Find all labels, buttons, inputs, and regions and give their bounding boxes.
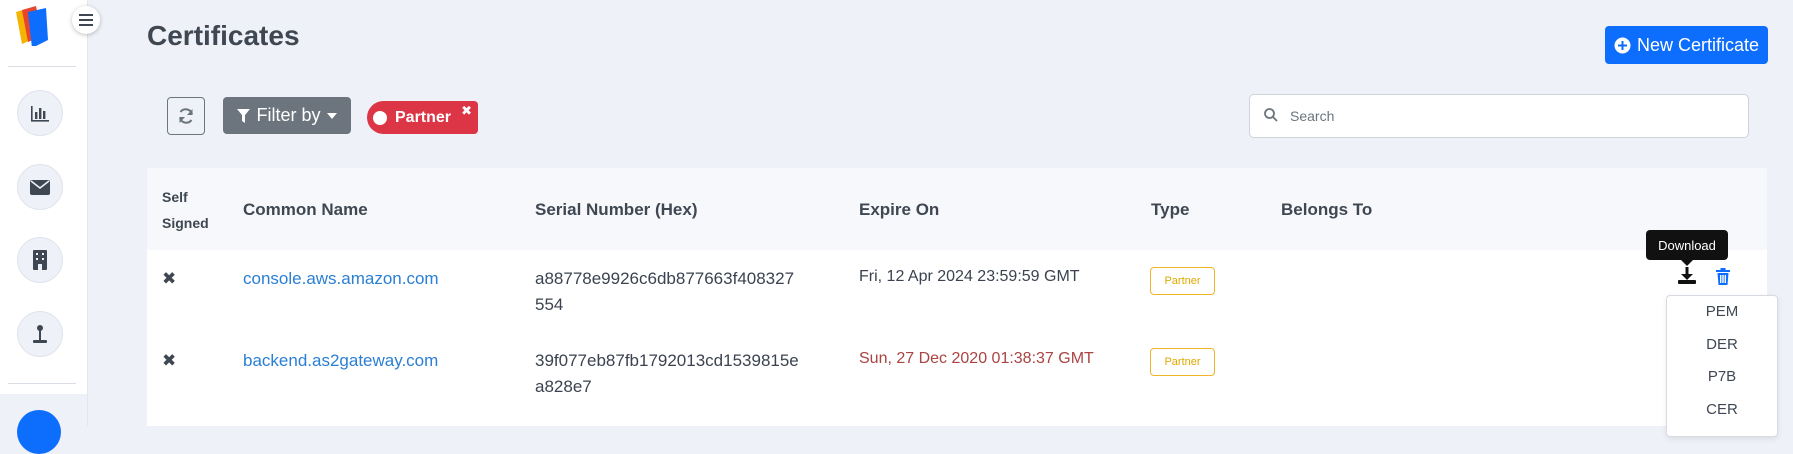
delete-button[interactable]: [1716, 268, 1730, 290]
sidebar-divider: [8, 383, 76, 384]
expire-date: Sun, 27 Dec 2020 01:38:37 GMT: [859, 350, 1094, 367]
sidebar-item-stations[interactable]: [17, 311, 63, 357]
self-signed-cross-icon: ✖: [162, 351, 177, 370]
filter-by-label: Filter by: [256, 105, 321, 125]
filter-icon: [237, 108, 251, 123]
download-button[interactable]: [1677, 267, 1697, 290]
serial-number: 39f077eb87fb1792013cd1539815e a828e7: [535, 348, 799, 400]
serial-line-2: a828e7: [535, 377, 592, 396]
sidebar: [0, 0, 88, 454]
header-serial[interactable]: Serial Number (Hex): [535, 200, 698, 220]
plus-circle-icon: [1614, 37, 1631, 53]
header-belongs-to[interactable]: Belongs To: [1281, 200, 1372, 220]
header-self-signed-line2: Signed: [162, 215, 209, 231]
app-logo[interactable]: [12, 6, 52, 48]
common-name-link[interactable]: backend.as2gateway.com: [243, 348, 438, 374]
menu-item-der[interactable]: DER: [1667, 336, 1777, 353]
menu-item-p7b[interactable]: P7B: [1667, 368, 1777, 385]
type-badge: Partner: [1150, 348, 1215, 376]
serial-line-1: a88778e9926c6db877663f408327: [535, 269, 795, 288]
search-box: [1249, 94, 1749, 138]
self-signed-cross-icon: ✖: [162, 269, 177, 288]
search-input[interactable]: [1288, 104, 1732, 128]
active-filter-label: Partner: [395, 109, 452, 126]
download-tooltip: Download: [1646, 230, 1728, 266]
sidebar-item-dashboard[interactable]: [17, 90, 63, 136]
refresh-button[interactable]: [167, 97, 205, 135]
refresh-icon: [179, 108, 193, 124]
header-common-name[interactable]: Common Name: [243, 200, 368, 220]
header-self-signed-line1: Self: [162, 189, 188, 205]
serial-line-2: 554: [535, 295, 564, 314]
trash-icon: [1716, 268, 1730, 285]
chart-bar-icon: [31, 106, 49, 122]
header-expire[interactable]: Expire On: [859, 200, 939, 220]
type-badge: Partner: [1150, 267, 1215, 295]
common-name-link[interactable]: console.aws.amazon.com: [243, 266, 439, 292]
envelope-icon: [30, 179, 50, 195]
page-title: Certificates: [147, 20, 300, 51]
menu-toggle-button[interactable]: [72, 6, 100, 34]
serial-line-1: 39f077eb87fb1792013cd1539815e: [535, 351, 799, 370]
download-icon: [1678, 267, 1696, 284]
download-format-menu: PEM DER P7B CER: [1666, 295, 1778, 437]
hamburger-icon: [79, 14, 93, 26]
table-header: Self Signed Common Name Serial Number (H…: [147, 168, 1767, 250]
anchor-icon: [33, 325, 47, 343]
menu-item-pem[interactable]: PEM: [1667, 303, 1777, 320]
sidebar-item-organizations[interactable]: [17, 237, 63, 283]
certificate-icon: [17, 410, 61, 454]
sidebar-item-certificates[interactable]: [0, 394, 87, 454]
new-certificate-label: New Certificate: [1636, 34, 1760, 55]
active-filter-chip: Partner ✖: [367, 101, 478, 134]
sidebar-item-messages[interactable]: [17, 164, 63, 210]
header-type[interactable]: Type: [1151, 200, 1189, 220]
sidebar-divider: [8, 66, 76, 67]
filter-by-button[interactable]: Filter by: [223, 97, 351, 134]
search-icon: [1264, 108, 1278, 122]
menu-item-cer[interactable]: CER: [1667, 401, 1777, 418]
expire-date: Fri, 12 Apr 2024 23:59:59 GMT: [859, 268, 1080, 285]
building-icon: [33, 250, 47, 270]
certificates-table: Self Signed Common Name Serial Number (H…: [147, 168, 1767, 426]
caret-down-icon: [326, 112, 337, 119]
serial-number: a88778e9926c6db877663f408327 554: [535, 266, 794, 318]
header-self-signed: Self Signed: [162, 184, 209, 236]
remove-filter-icon[interactable]: ✖: [461, 103, 472, 119]
chip-dot-icon: [373, 111, 387, 125]
new-certificate-button[interactable]: New Certificate: [1605, 26, 1768, 64]
